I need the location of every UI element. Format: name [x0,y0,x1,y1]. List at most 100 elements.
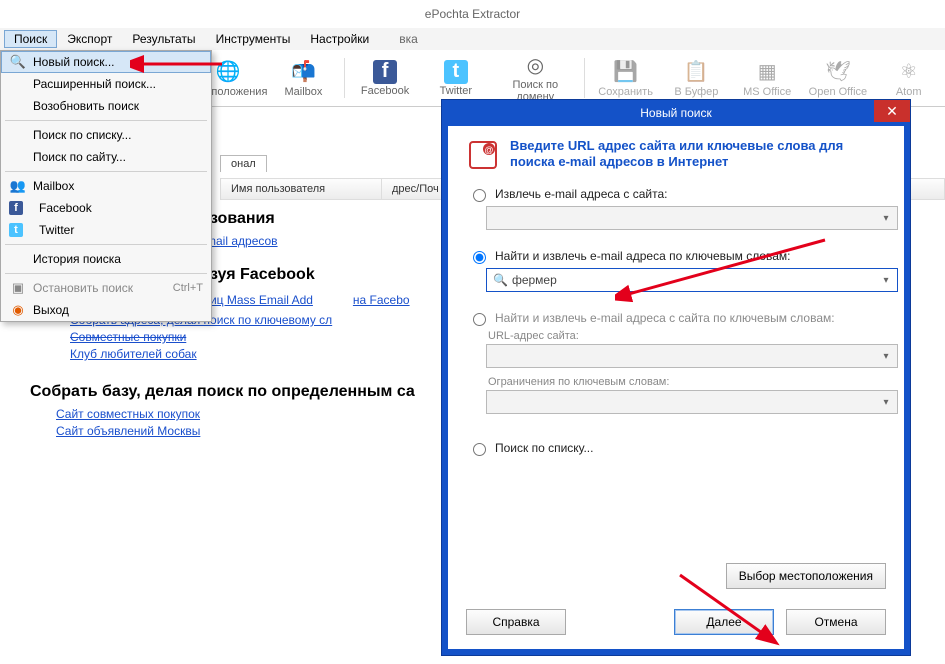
menu-facebook[interactable]: f Facebook [1,197,211,219]
radio-extract-site[interactable]: Извлечь e-mail адреса с сайта: [468,186,886,202]
radio-site-keywords-input[interactable] [473,313,486,326]
combo-site-url[interactable]: ▾ [486,206,898,230]
menu-by-list[interactable]: Поиск по списку... [1,124,211,146]
menu-stop-shortcut: Ctrl+T [173,282,203,294]
menu-mailbox-label: Mailbox [33,179,74,193]
tb-openoffice-label: Open Office [809,86,868,98]
tab-personal[interactable]: онал [220,155,267,172]
atom-icon: ⚛ [896,59,922,85]
tb-openoffice[interactable]: 🕊 Open Office [808,54,869,102]
menu-twitter-label: Twitter [39,223,74,237]
combo-site-url-2[interactable]: ▾ [486,344,898,368]
tabs: онал [220,155,267,175]
blank-icon [9,76,27,92]
menubar: Поиск Экспорт Результаты Инструменты Нас… [0,28,945,51]
menu-search[interactable]: Поиск [4,30,57,48]
menu-history-label: История поиска [33,252,121,266]
menu-results[interactable]: Результаты [122,30,205,48]
menu-by-site[interactable]: Поиск по сайту... [1,146,211,168]
exit-icon: ◉ [9,302,27,318]
search-menu-dropdown: 🔍 Новый поиск... Расширенный поиск... Во… [0,50,212,322]
target-icon: ◎ [522,53,548,78]
radio-site-keywords-label: Найти и извлечь e-mail адреса с сайта по… [495,311,835,325]
radio-by-list-input[interactable] [473,443,486,456]
search-icon: 🔍 [9,54,27,70]
tb-save[interactable]: 💾 Сохранить [595,54,656,102]
menu-twitter[interactable]: t Twitter [1,219,211,241]
radio-keywords-label: Найти и извлечь e-mail адреса по ключевы… [495,249,791,263]
th-username[interactable]: Имя пользователя [221,179,382,199]
menu-settings[interactable]: Настройки [300,30,379,48]
new-search-dialog: Новый поиск ✕ @ Введите URL адрес сайта … [442,100,910,655]
dialog-header-text: Введите URL адрес сайта или ключевые сло… [510,138,886,171]
tb-atom[interactable]: ⚛ Atom [878,54,939,102]
facebook-icon: f [373,60,397,84]
menu-new-search-label: Новый поиск... [33,55,115,69]
combo-keywords[interactable]: 🔍 фермер ▾ [486,268,898,292]
tb-mailbox-label: Mailbox [284,86,322,98]
openoffice-icon: 🕊 [825,59,851,85]
chevron-down-icon: ▾ [879,349,893,363]
help-button[interactable]: Справка [466,609,566,635]
tb-atom-label: Atom [896,86,922,98]
menu-exit[interactable]: ◉ Выход [1,299,211,321]
chevron-down-icon: ▾ [879,395,893,409]
tb-facebook-label: Facebook [361,85,409,97]
menu-extra-label: вка [399,32,418,46]
globe-icon: 🌐 [215,59,241,85]
menu-advanced-search[interactable]: Расширенный поиск... [1,73,211,95]
radio-keywords[interactable]: Найти и извлечь e-mail адреса по ключевы… [468,248,886,264]
radio-by-list[interactable]: Поиск по списку... [468,440,886,456]
window-title: ePochta Extractor [0,0,945,29]
tb-domain-search[interactable]: ◎ Поиск по домену [496,54,574,102]
blank-icon [9,251,27,267]
tb-clipboard[interactable]: 📋 В Буфер [666,54,727,102]
blank-icon [9,149,27,165]
menu-mailbox[interactable]: 👥 Mailbox [1,175,211,197]
close-icon: ✕ [886,103,898,120]
menu-tools[interactable]: Инструменты [206,30,301,48]
menu-new-search[interactable]: 🔍 Новый поиск... [1,51,211,73]
dialog-title-text: Новый поиск [640,106,712,120]
tb-twitter[interactable]: t Twitter [425,54,486,102]
cancel-button[interactable]: Отмена [786,609,886,635]
tb-msoffice[interactable]: ▦ MS Office [737,54,798,102]
clipboard-icon: 📋 [683,59,709,85]
menu-by-list-label: Поиск по списку... [33,128,131,142]
separator [5,273,207,274]
radio-extract-site-label: Извлечь e-mail адреса с сайта: [495,187,667,201]
next-button[interactable]: Далее [674,609,774,635]
tb-facebook[interactable]: f Facebook [355,54,416,102]
radio-extract-site-input[interactable] [473,189,486,202]
mailbox-icon: 📬 [290,59,316,85]
tb-save-label: Сохранить [598,86,653,98]
combo-restrict[interactable]: ▾ [486,390,898,414]
location-button[interactable]: Выбор местоположения [726,563,886,589]
dialog-body: @ Введите URL адрес сайта или ключевые с… [448,126,904,649]
separator [5,171,207,172]
menu-by-site-label: Поиск по сайту... [33,150,126,164]
chevron-down-icon: ▾ [879,273,893,287]
sublabel-url: URL-адрес сайта: [488,330,886,342]
menu-resume-search[interactable]: Возобновить поиск [1,95,211,117]
msoffice-icon: ▦ [754,59,780,85]
twitter-icon: t [444,60,468,84]
stop-icon: ▣ [9,280,27,296]
menu-resume-label: Возобновить поиск [33,99,139,113]
menu-stop: ▣ Остановить поиск Ctrl+T [1,277,211,299]
separator [5,244,207,245]
search-icon: 🔍 [493,273,508,287]
tb-twitter-label: Twitter [440,85,472,97]
chevron-down-icon: ▾ [879,211,893,225]
menu-history[interactable]: История поиска [1,248,211,270]
menu-advanced-label: Расширенный поиск... [33,77,156,91]
tb-mailbox[interactable]: 📬 Mailbox [273,54,334,102]
tb-msoffice-label: MS Office [743,86,791,98]
radio-keywords-input[interactable] [473,251,486,264]
link-facebook-side[interactable]: на Facebo [353,293,410,307]
twitter-icon: t [9,223,23,237]
close-button[interactable]: ✕ [874,100,910,122]
menu-export[interactable]: Экспорт [57,30,122,48]
radio-site-keywords[interactable]: Найти и извлечь e-mail адреса с сайта по… [468,310,886,326]
blank-icon [9,127,27,143]
